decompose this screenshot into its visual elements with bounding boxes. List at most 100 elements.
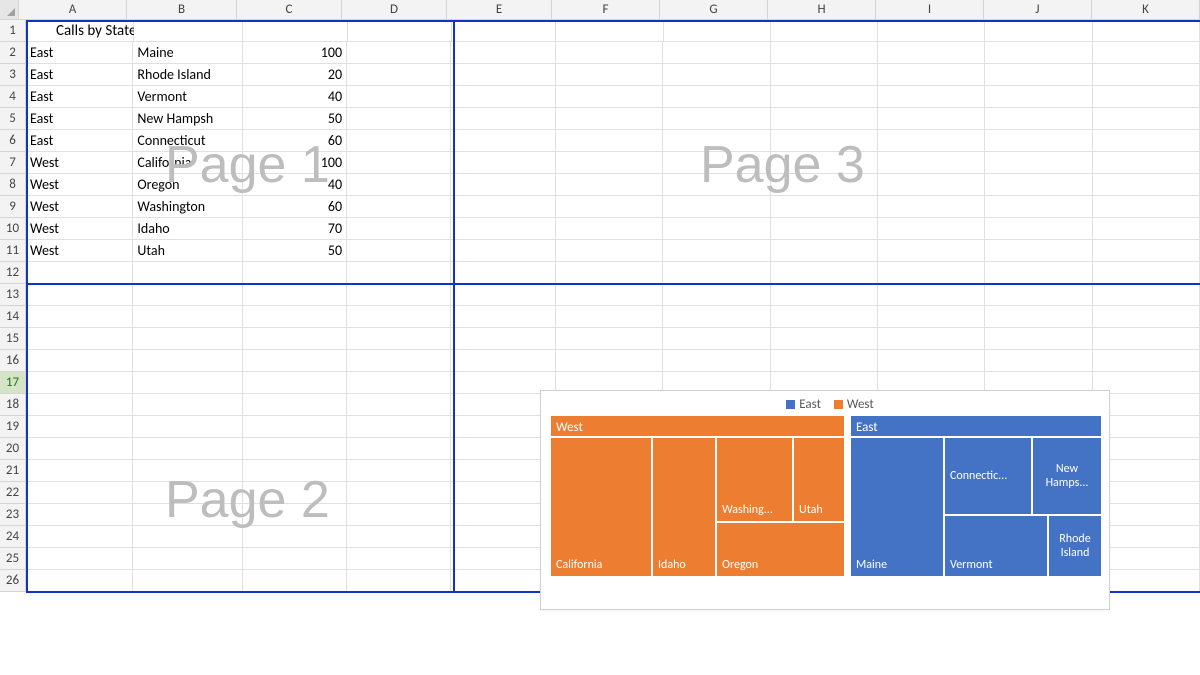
tile-california[interactable]: California <box>551 438 651 576</box>
cell-G16[interactable] <box>663 350 770 372</box>
tile-oregon[interactable]: Oregon <box>717 523 844 576</box>
col-header-I[interactable]: I <box>876 0 984 20</box>
cell-F9[interactable] <box>556 196 663 218</box>
cell-J14[interactable] <box>985 306 1092 328</box>
cell-D26[interactable] <box>347 570 451 592</box>
row-header-8[interactable]: 8 <box>0 174 26 196</box>
cell-J6[interactable] <box>985 130 1092 152</box>
cell-D7[interactable] <box>347 152 451 174</box>
cell-G11[interactable] <box>663 240 770 262</box>
cell-A22[interactable] <box>26 482 133 504</box>
cell-J15[interactable] <box>985 328 1092 350</box>
cell-I10[interactable] <box>878 218 985 240</box>
cell-H14[interactable] <box>771 306 878 328</box>
cell-D22[interactable] <box>347 482 451 504</box>
cell-J7[interactable] <box>985 152 1092 174</box>
cell-A8[interactable]: West <box>26 174 133 196</box>
cell-J11[interactable] <box>985 240 1092 262</box>
cell-J4[interactable] <box>985 86 1092 108</box>
cell-G7[interactable] <box>663 152 770 174</box>
cell-H5[interactable] <box>771 108 878 130</box>
cell-E2[interactable] <box>451 42 555 64</box>
cell-C7[interactable]: 100 <box>243 152 347 174</box>
cell-F1[interactable] <box>556 20 663 42</box>
cell-C20[interactable] <box>243 438 347 460</box>
cell-D13[interactable] <box>347 284 451 306</box>
cell-I16[interactable] <box>878 350 985 372</box>
cell-F12[interactable] <box>556 262 663 284</box>
cell-K1[interactable] <box>1093 20 1200 42</box>
cell-A1[interactable]: Calls by State - East / West U.S. <box>26 20 134 42</box>
cell-C13[interactable] <box>243 284 347 306</box>
cell-H12[interactable] <box>771 262 878 284</box>
tile-maine[interactable]: Maine <box>851 438 943 576</box>
cell-F6[interactable] <box>556 130 663 152</box>
cell-B22[interactable] <box>133 482 242 504</box>
cell-A26[interactable] <box>26 570 133 592</box>
cell-A3[interactable]: East <box>26 64 133 86</box>
cell-C2[interactable]: 100 <box>243 42 347 64</box>
cell-J2[interactable] <box>985 42 1092 64</box>
cell-G14[interactable] <box>663 306 770 328</box>
row-header-4[interactable]: 4 <box>0 86 26 108</box>
col-header-K[interactable]: K <box>1092 0 1200 20</box>
col-header-F[interactable]: F <box>552 0 660 20</box>
row-header-24[interactable]: 24 <box>0 526 26 548</box>
cell-A16[interactable] <box>26 350 133 372</box>
cell-G8[interactable] <box>663 174 770 196</box>
col-header-B[interactable]: B <box>127 0 237 20</box>
row-header-22[interactable]: 22 <box>0 482 26 504</box>
cell-B17[interactable] <box>133 372 242 394</box>
col-header-J[interactable]: J <box>984 0 1092 20</box>
cell-G12[interactable] <box>663 262 770 284</box>
cell-D12[interactable] <box>347 262 451 284</box>
row-header-17[interactable]: 17 <box>0 372 26 394</box>
row-header-5[interactable]: 5 <box>0 108 26 130</box>
cell-C17[interactable] <box>243 372 347 394</box>
tile-west-header[interactable]: West <box>551 416 844 436</box>
cell-F11[interactable] <box>556 240 663 262</box>
row-header-19[interactable]: 19 <box>0 416 26 438</box>
cell-A24[interactable] <box>26 526 133 548</box>
tile-idaho[interactable]: Idaho <box>653 438 715 576</box>
cell-C21[interactable] <box>243 460 347 482</box>
cell-E16[interactable] <box>451 350 555 372</box>
cell-C3[interactable]: 20 <box>243 64 347 86</box>
cell-D6[interactable] <box>347 130 451 152</box>
cell-F8[interactable] <box>556 174 663 196</box>
cell-A15[interactable] <box>26 328 133 350</box>
cell-D19[interactable] <box>347 416 451 438</box>
cell-A21[interactable] <box>26 460 133 482</box>
cell-G4[interactable] <box>663 86 770 108</box>
cell-A12[interactable] <box>26 262 133 284</box>
cell-B2[interactable]: Maine <box>133 42 242 64</box>
row-header-26[interactable]: 26 <box>0 570 26 592</box>
row-header-6[interactable]: 6 <box>0 130 26 152</box>
cell-I8[interactable] <box>878 174 985 196</box>
tile-washington[interactable]: Washing... <box>717 438 792 521</box>
cell-A11[interactable]: West <box>26 240 133 262</box>
cell-D8[interactable] <box>347 174 451 196</box>
cell-A4[interactable]: East <box>26 86 133 108</box>
cell-A17[interactable] <box>26 372 133 394</box>
cell-B26[interactable] <box>133 570 242 592</box>
cell-B24[interactable] <box>133 526 242 548</box>
cell-A20[interactable] <box>26 438 133 460</box>
cell-D24[interactable] <box>347 526 451 548</box>
cell-C25[interactable] <box>243 548 347 570</box>
row-header-11[interactable]: 11 <box>0 240 26 262</box>
cell-C18[interactable] <box>243 394 347 416</box>
cell-C26[interactable] <box>243 570 347 592</box>
tile-new-hampshire[interactable]: New Hamps... <box>1033 438 1101 514</box>
cell-D17[interactable] <box>347 372 451 394</box>
cell-E12[interactable] <box>451 262 555 284</box>
cell-F13[interactable] <box>556 284 663 306</box>
cell-E11[interactable] <box>451 240 555 262</box>
cell-C11[interactable]: 50 <box>243 240 347 262</box>
cell-E14[interactable] <box>451 306 555 328</box>
cell-H15[interactable] <box>771 328 878 350</box>
select-all-corner[interactable] <box>0 0 19 20</box>
cell-G6[interactable] <box>663 130 770 152</box>
cell-D9[interactable] <box>347 196 451 218</box>
cell-B4[interactable]: Vermont <box>133 86 242 108</box>
